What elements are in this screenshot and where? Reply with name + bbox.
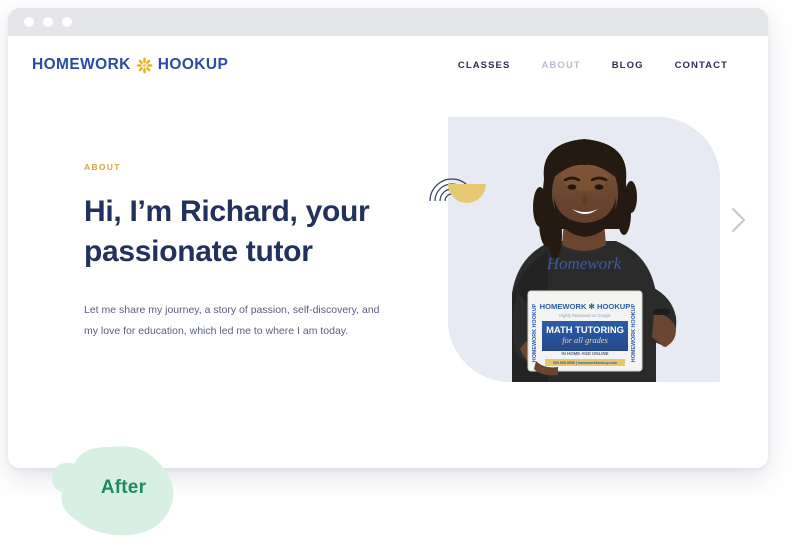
- tutor-photo: Homework HOMEWORK HOOKUP HOMEWORK HOOKUP…: [448, 117, 720, 382]
- svg-text:HOMEWORK HOOKUP: HOMEWORK HOOKUP: [631, 303, 637, 362]
- browser-titlebar: [8, 8, 768, 36]
- brand-word-right: HOOKUP: [157, 56, 229, 73]
- svg-text:Highly Reviewed on Google: Highly Reviewed on Google: [559, 313, 611, 318]
- hero-paragraph: Let me share my journey, a story of pass…: [84, 304, 380, 337]
- svg-text:555.555.5555 | homeworkhookup.: 555.555.5555 | homeworkhookup.com: [553, 361, 617, 365]
- svg-text:for all grades: for all grades: [562, 336, 608, 345]
- svg-text:HOMEWORK ✻ HOOKUP: HOMEWORK ✻ HOOKUP: [540, 302, 631, 311]
- hero-copy: ABOUT Hi, I’m Richard, your passionate t…: [84, 162, 394, 342]
- svg-text:HOMEWORK HOOKUP: HOMEWORK HOOKUP: [532, 303, 538, 362]
- brand-word-left: HOMEWORK: [32, 56, 131, 73]
- browser-window: HOMEWORK HOOKUP CLASSES ABOUT BLOG CONTA…: [8, 8, 768, 468]
- window-maximize-dot[interactable]: [62, 17, 72, 27]
- tutoring-sign: HOMEWORK HOOKUP HOMEWORK HOOKUP HOMEWORK…: [527, 290, 643, 372]
- svg-text:MATH TUTORING: MATH TUTORING: [546, 324, 624, 335]
- after-badge: After: [38, 438, 193, 537]
- window-minimize-dot[interactable]: [43, 17, 53, 27]
- chevron-right-icon[interactable]: [728, 205, 750, 235]
- nav-link-contact[interactable]: CONTACT: [675, 60, 728, 71]
- svg-text:IN HOME AND ONLINE: IN HOME AND ONLINE: [561, 351, 608, 356]
- main-nav: CLASSES ABOUT BLOG CONTACT: [458, 60, 728, 71]
- hero-media: Homework HOMEWORK HOOKUP HOMEWORK HOOKUP…: [429, 117, 745, 382]
- after-label: After: [100, 476, 147, 498]
- page-content: HOMEWORK HOOKUP CLASSES ABOUT BLOG CONTA…: [8, 36, 768, 468]
- nav-link-blog[interactable]: BLOG: [612, 60, 644, 71]
- brand-logo[interactable]: HOMEWORK HOOKUP: [32, 56, 228, 74]
- nav-link-classes[interactable]: CLASSES: [458, 60, 511, 71]
- site-header: HOMEWORK HOOKUP CLASSES ABOUT BLOG CONTA…: [8, 36, 768, 74]
- window-close-dot[interactable]: [24, 17, 34, 27]
- media-card: Homework HOMEWORK HOOKUP HOMEWORK HOOKUP…: [448, 117, 720, 382]
- page-title: Hi, I’m Richard, your passionate tutor: [84, 195, 370, 268]
- nav-link-about[interactable]: ABOUT: [541, 60, 580, 71]
- flower-asterisk-icon: [136, 56, 153, 74]
- hero-eyebrow: ABOUT: [84, 162, 121, 172]
- decorative-arcs-icon: [426, 157, 488, 203]
